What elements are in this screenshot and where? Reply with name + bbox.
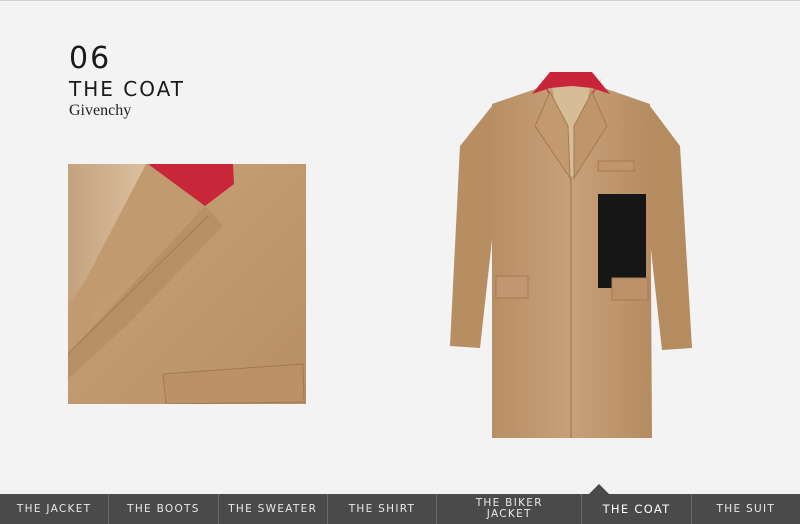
coat-detail-image [68,164,306,404]
feature-heading: 06 THE COAT Givenchy [69,44,185,120]
brand-name: Givenchy [69,102,132,119]
active-tab-pointer [589,484,609,494]
coat-product-image [440,66,702,442]
section-nav: THE JACKET THE BOOTS THE SWEATER THE SHI… [0,494,800,524]
top-divider [0,0,800,1]
nav-item-suit[interactable]: THE SUIT [690,494,800,524]
nav-item-jacket[interactable]: THE JACKET [0,494,108,524]
nav-item-boots[interactable]: THE BOOTS [108,494,217,524]
nav-item-shirt[interactable]: THE SHIRT [326,494,436,524]
feature-number: 06 [69,41,112,76]
nav-item-coat[interactable]: THE COAT [581,494,690,524]
nav-item-biker-jacket[interactable]: THE BIKER JACKET [436,494,581,524]
feature-title: THE COAT [69,77,185,101]
nav-item-sweater[interactable]: THE SWEATER [217,494,327,524]
